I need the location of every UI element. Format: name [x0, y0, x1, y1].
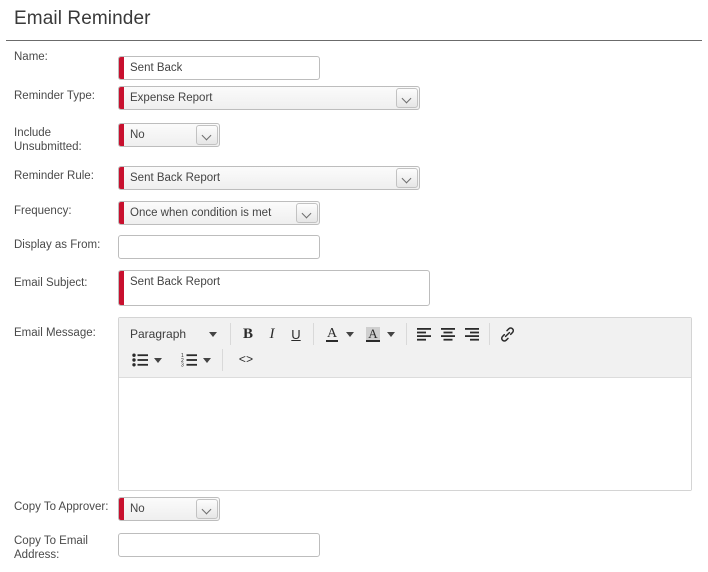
chevron-down-icon[interactable]	[154, 357, 162, 363]
email-reminder-form: Name: Sent Back Reminder Type: Expense R…	[0, 50, 708, 570]
editor-toolbar-row-1: Paragraph B I U A A	[121, 321, 689, 347]
numbered-list-icon: 1 2 3	[181, 353, 198, 367]
reminder-rule-select[interactable]: Sent Back Report	[118, 166, 420, 190]
chevron-down-icon[interactable]	[203, 357, 211, 363]
email-subject-input[interactable]: Sent Back Report	[118, 270, 430, 306]
numbered-list-button[interactable]: 1 2 3	[176, 348, 200, 372]
highlight-color-group: A	[360, 322, 401, 346]
bullet-list-button[interactable]	[127, 348, 151, 372]
label-email-message: Email Message:	[14, 327, 96, 339]
name-input[interactable]: Sent Back	[118, 56, 320, 80]
field-row-frequency: Frequency: Once when condition is met	[0, 199, 708, 234]
copy-to-approver-select[interactable]: No	[118, 497, 220, 521]
toolbar-separator	[313, 323, 314, 345]
label-display-as-from: Display as From:	[14, 239, 101, 251]
email-subject-value: Sent Back Report	[130, 276, 221, 288]
align-center-icon	[440, 327, 456, 341]
bold-button[interactable]: B	[236, 322, 260, 346]
svg-text:3: 3	[181, 363, 184, 367]
chevron-down-icon[interactable]	[196, 125, 218, 145]
required-marker	[119, 124, 124, 146]
toolbar-separator	[230, 323, 231, 345]
email-message-body[interactable]	[119, 378, 691, 490]
field-row-name: Name: Sent Back	[0, 50, 708, 84]
align-right-button[interactable]	[460, 322, 484, 346]
source-code-icon: <>	[238, 353, 254, 367]
field-row-display-as-from: Display as From:	[0, 234, 708, 268]
copy-to-email-address-input[interactable]	[118, 533, 320, 557]
frequency-value: Once when condition is met	[130, 207, 272, 219]
align-left-icon	[416, 327, 432, 341]
label-reminder-rule: Reminder Rule:	[14, 170, 94, 182]
display-as-from-input[interactable]	[118, 235, 320, 259]
field-row-email-message: Email Message: Paragraph B I U A A 1 2 3…	[0, 316, 708, 494]
toolbar-separator	[489, 323, 490, 345]
underline-button[interactable]: U	[284, 322, 308, 346]
field-row-email-subject: Email Subject: Sent Back Report	[0, 268, 708, 316]
required-marker	[119, 202, 124, 224]
label-copy-to-approver: Copy To Approver:	[14, 501, 109, 513]
name-input-value: Sent Back	[130, 62, 183, 74]
chevron-down-icon[interactable]	[396, 88, 418, 108]
label-name: Name:	[14, 51, 48, 63]
label-copy-to-email-address: Copy To Email Address:	[14, 535, 88, 561]
source-code-button[interactable]: <>	[234, 348, 258, 372]
chevron-down-icon[interactable]	[396, 168, 418, 188]
numbered-list-group: 1 2 3	[176, 348, 217, 372]
required-marker	[119, 498, 124, 520]
field-row-copy-to-email-address: Copy To Email Address:	[0, 530, 708, 570]
reminder-rule-value: Sent Back Report	[130, 172, 221, 184]
required-marker	[119, 87, 124, 109]
italic-icon: I	[269, 325, 275, 342]
frequency-select[interactable]: Once when condition is met	[118, 201, 320, 225]
include-unsubmitted-select[interactable]: No	[118, 123, 220, 147]
toolbar-separator	[406, 323, 407, 345]
field-row-copy-to-approver: Copy To Approver: No	[0, 494, 708, 530]
required-marker	[119, 271, 124, 305]
chevron-down-icon	[209, 331, 217, 337]
toolbar-separator	[222, 349, 223, 371]
field-row-reminder-type: Reminder Type: Expense Report	[0, 84, 708, 119]
text-color-group: A	[319, 322, 360, 346]
italic-button[interactable]: I	[260, 322, 284, 346]
chevron-down-icon[interactable]	[296, 203, 318, 223]
label-include-unsubmitted: Include Unsubmitted:	[14, 127, 82, 153]
insert-link-button[interactable]	[495, 322, 520, 346]
chevron-down-icon[interactable]	[196, 499, 218, 519]
underline-icon: U	[291, 326, 301, 342]
paragraph-style-label: Paragraph	[130, 327, 187, 341]
highlight-color-icon: A	[366, 325, 380, 342]
text-color-button[interactable]: A	[319, 322, 343, 346]
email-message-editor: Paragraph B I U A A 1 2 3 <>	[118, 317, 692, 491]
chevron-down-icon[interactable]	[346, 331, 354, 337]
text-color-icon: A	[325, 325, 339, 342]
field-row-reminder-rule: Reminder Rule: Sent Back Report	[0, 164, 708, 199]
editor-toolbar-row-2: 1 2 3 <>	[121, 347, 689, 373]
align-right-icon	[464, 327, 480, 341]
paragraph-style-dropdown[interactable]: Paragraph	[121, 322, 225, 346]
label-frequency: Frequency:	[14, 205, 72, 217]
label-reminder-type: Reminder Type:	[14, 90, 95, 102]
required-marker	[119, 167, 124, 189]
bold-icon: B	[242, 325, 253, 342]
copy-to-approver-value: No	[130, 503, 145, 515]
page-title: Email Reminder	[14, 8, 151, 29]
reminder-type-select[interactable]: Expense Report	[118, 86, 420, 110]
field-row-include-unsubmitted: Include Unsubmitted: No	[0, 119, 708, 164]
email-reminder-page: Email Reminder Name: Sent Back Reminder …	[0, 0, 708, 572]
title-divider	[6, 40, 702, 41]
include-unsubmitted-value: No	[130, 129, 145, 141]
align-left-button[interactable]	[412, 322, 436, 346]
required-marker	[119, 57, 124, 79]
label-email-subject: Email Subject:	[14, 277, 88, 289]
editor-toolbar: Paragraph B I U A A 1 2 3 <>	[119, 318, 691, 378]
align-center-button[interactable]	[436, 322, 460, 346]
chevron-down-icon[interactable]	[387, 331, 395, 337]
reminder-type-value: Expense Report	[130, 92, 213, 104]
bullet-list-group	[127, 348, 168, 372]
bullet-list-icon	[131, 353, 149, 367]
link-icon	[499, 326, 516, 343]
highlight-color-button[interactable]: A	[360, 322, 384, 346]
